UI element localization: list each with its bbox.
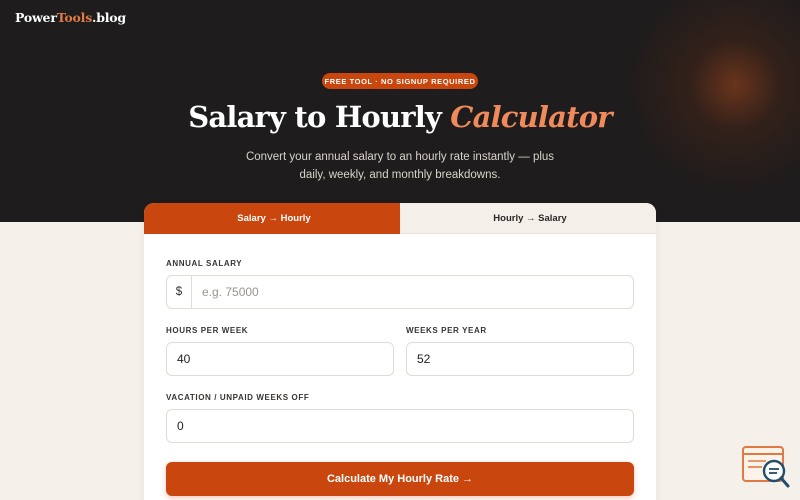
brand-text-tools: Tools: [56, 10, 93, 25]
dollar-prefix: $: [167, 276, 192, 308]
page-title-main: Salary to Hourly: [188, 100, 442, 134]
tab-hourly-to-salary[interactable]: Hourly → Salary: [400, 203, 656, 234]
search-chat-icon[interactable]: [740, 444, 792, 490]
hero-section: PowerTools.blog FREE TOOL · NO SIGNUP RE…: [0, 0, 800, 222]
tab-label: Salary → Hourly: [237, 213, 311, 224]
page-title-accent: Calculator: [450, 100, 612, 134]
hours-per-week-field: [166, 342, 394, 376]
weeks-per-year-label: WEEKS PER YEAR: [406, 326, 487, 335]
hours-per-week-input[interactable]: [167, 343, 393, 375]
brand-text-domain: .blog: [92, 10, 126, 25]
weeks-per-year-input[interactable]: [407, 343, 633, 375]
page-title: Salary to Hourly Calculator: [0, 100, 800, 134]
calculator-card: Salary → Hourly Hourly → Salary ANNUAL S…: [144, 203, 656, 500]
annual-salary-field: $: [166, 275, 634, 309]
vacation-weeks-field: [166, 409, 634, 443]
free-tool-badge: FREE TOOL · NO SIGNUP REQUIRED: [322, 73, 478, 89]
brand-logo[interactable]: PowerTools.blog: [15, 10, 126, 25]
vacation-weeks-input[interactable]: [167, 410, 633, 442]
tab-label: Hourly → Salary: [493, 212, 567, 224]
vacation-weeks-label: VACATION / UNPAID WEEKS OFF: [166, 393, 310, 402]
weeks-per-year-field: [406, 342, 634, 376]
mode-tabs: Salary → Hourly Hourly → Salary: [144, 203, 656, 234]
annual-salary-label: ANNUAL SALARY: [166, 259, 243, 268]
brand-text-power: Power: [15, 10, 57, 25]
hours-per-week-label: HOURS PER WEEK: [166, 326, 249, 335]
annual-salary-input[interactable]: [192, 276, 633, 308]
tab-salary-to-hourly[interactable]: Salary → Hourly: [144, 203, 400, 234]
calculate-button[interactable]: Calculate My Hourly Rate →: [166, 462, 634, 496]
page-subtitle: Convert your annual salary to an hourly …: [245, 151, 555, 181]
